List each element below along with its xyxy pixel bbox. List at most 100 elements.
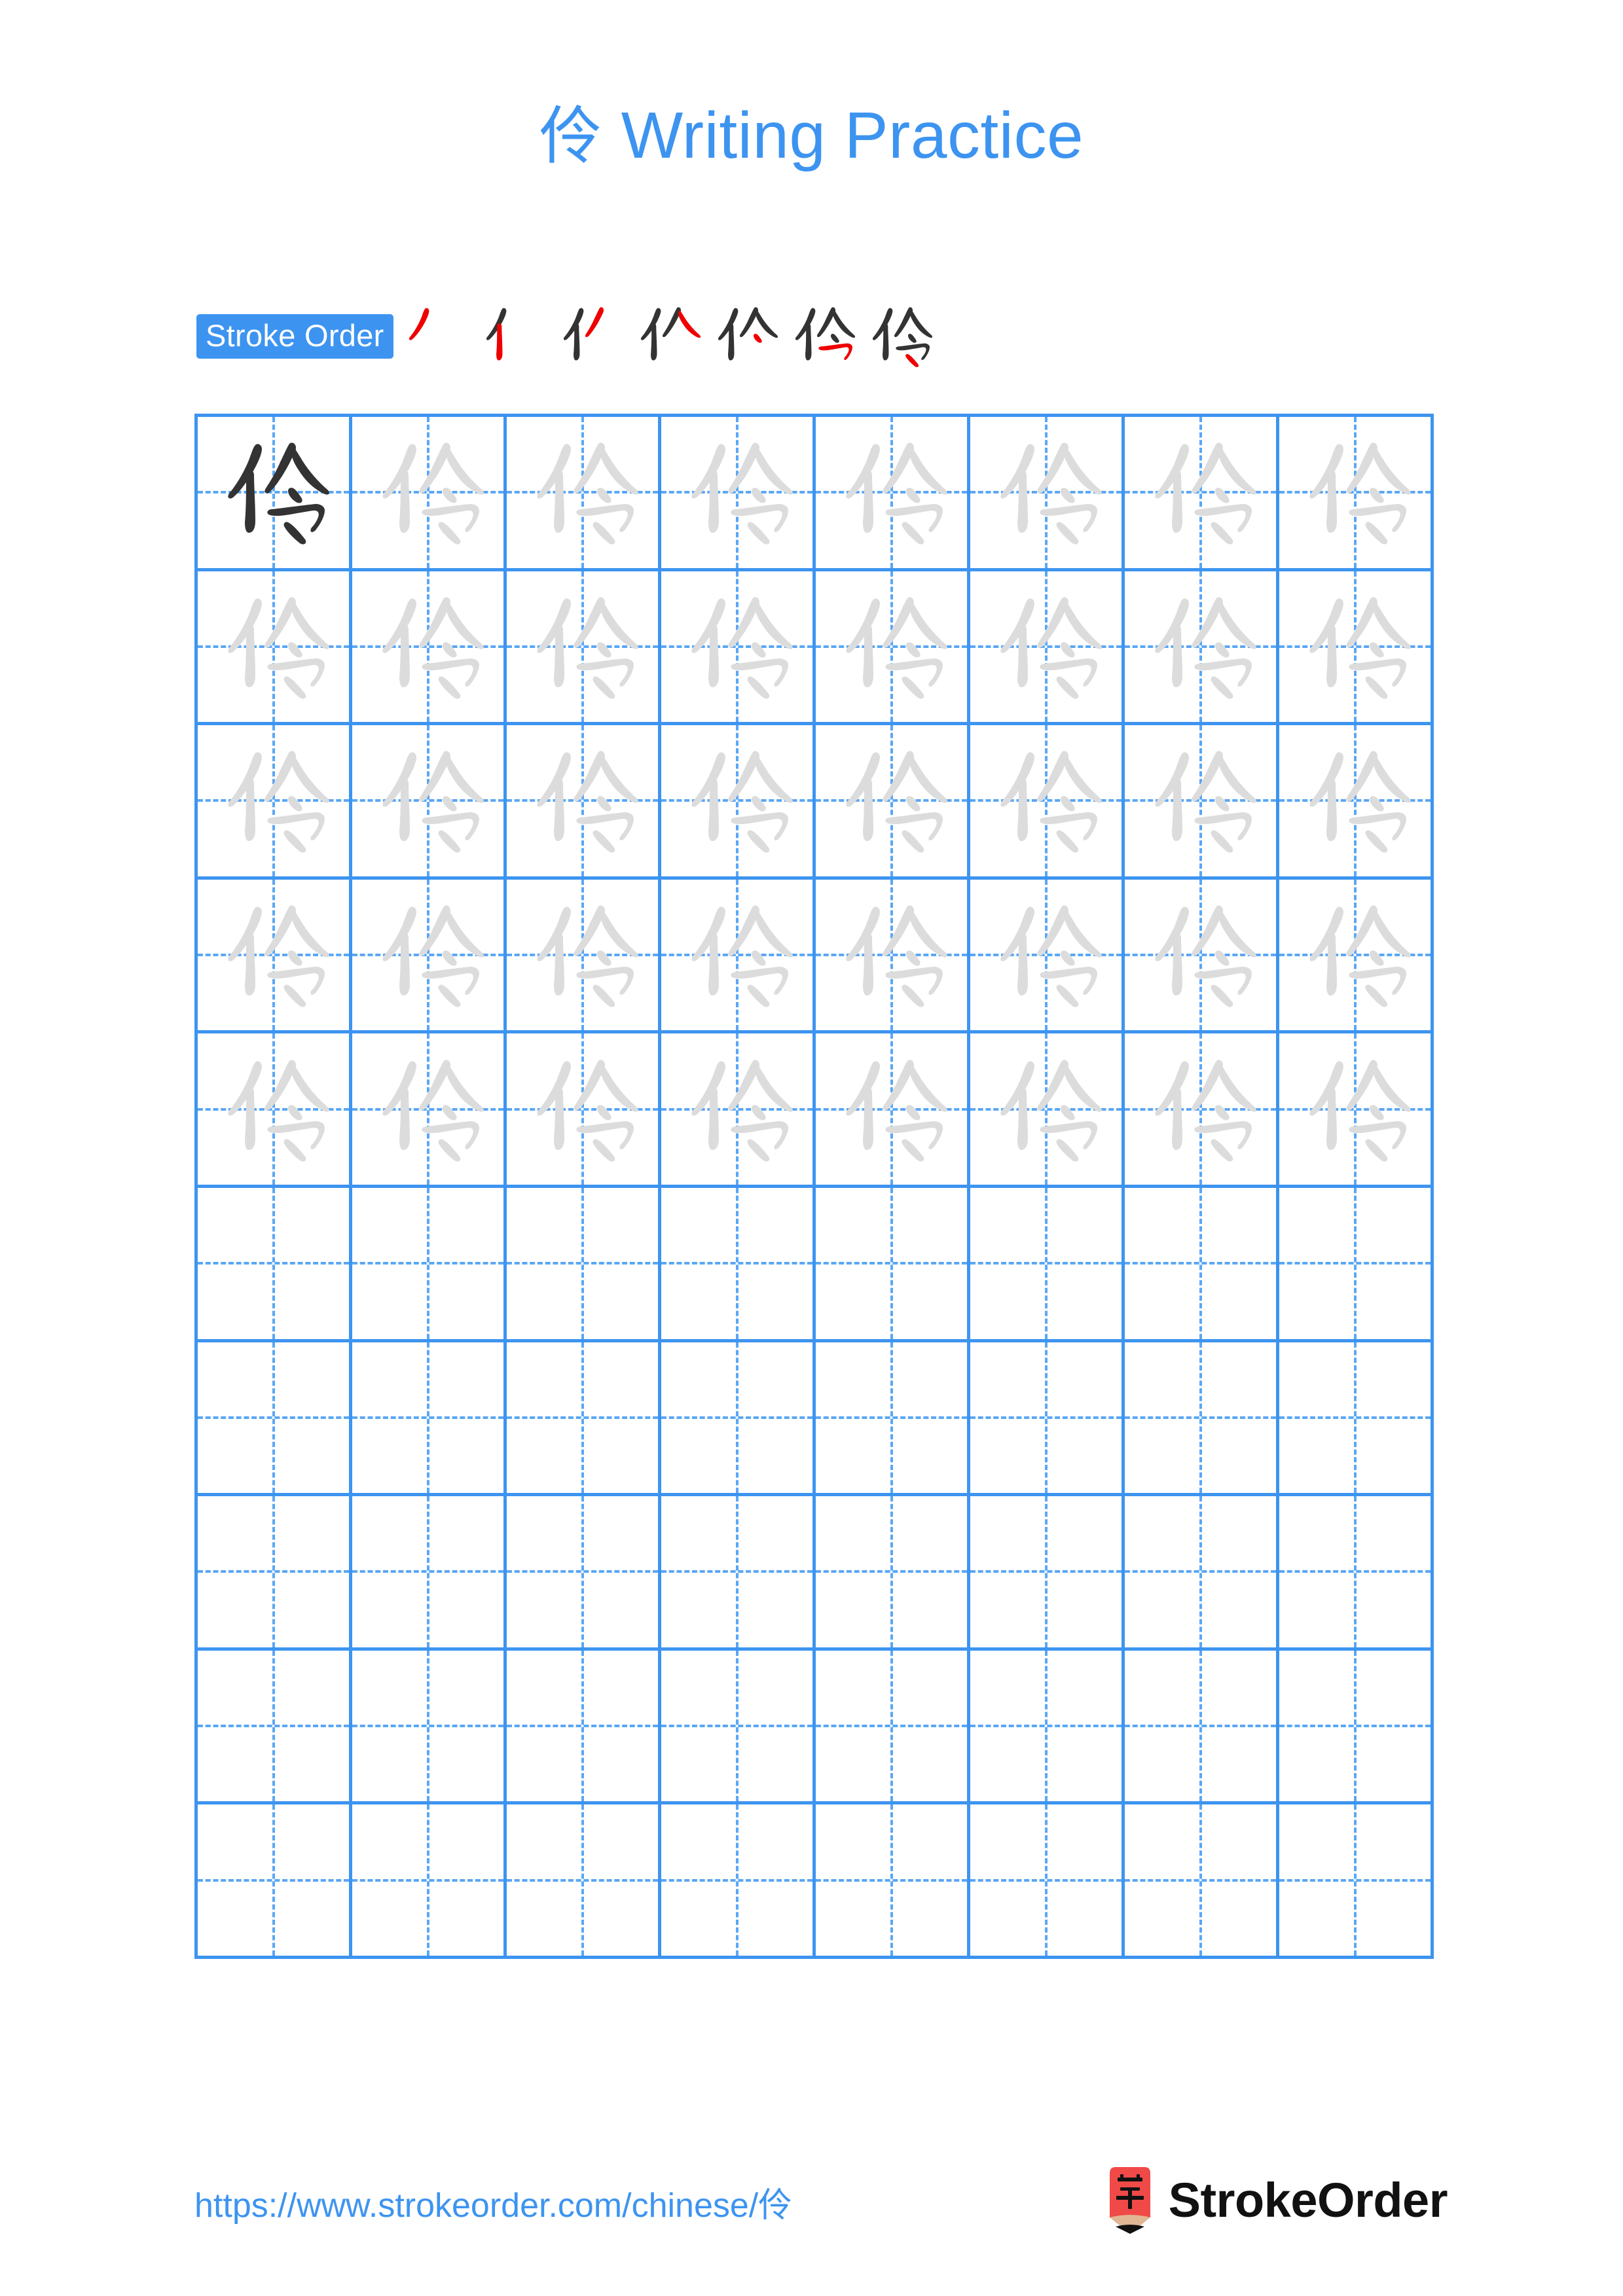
practice-cell-empty[interactable]	[970, 1342, 1125, 1497]
practice-cell-empty[interactable]	[1279, 1650, 1434, 1805]
trace-character-glyph	[816, 571, 967, 723]
practice-cell-trace[interactable]	[352, 571, 507, 726]
practice-cell-empty[interactable]	[198, 1187, 352, 1342]
practice-cell-empty[interactable]	[970, 1804, 1125, 1959]
practice-cell-trace[interactable]	[1125, 571, 1279, 726]
practice-cell-empty[interactable]	[1279, 1804, 1434, 1959]
practice-cell-trace[interactable]	[1279, 571, 1434, 726]
footer-url-link[interactable]: https://www.strokeorder.com/chinese/伶	[194, 2178, 792, 2227]
practice-cell-empty[interactable]	[816, 1342, 970, 1497]
practice-cell-trace[interactable]	[507, 725, 661, 880]
trace-character-glyph	[1279, 1033, 1431, 1185]
practice-cell-trace[interactable]	[198, 725, 352, 880]
practice-cell-empty[interactable]	[198, 1496, 352, 1651]
practice-cell-trace[interactable]	[507, 879, 661, 1034]
practice-cell-model[interactable]	[198, 417, 352, 571]
practice-cell-trace[interactable]	[198, 879, 352, 1034]
practice-cell-empty[interactable]	[198, 1342, 352, 1497]
trace-character-glyph	[1125, 880, 1276, 1031]
trace-character-glyph	[661, 880, 812, 1031]
practice-cell-trace[interactable]	[507, 417, 661, 571]
practice-grid-row	[198, 1804, 1434, 1959]
stroke-order-step-list	[397, 294, 938, 379]
practice-cell-trace[interactable]	[352, 725, 507, 880]
practice-cell-empty[interactable]	[816, 1496, 970, 1651]
practice-cell-empty[interactable]	[816, 1804, 970, 1959]
practice-cell-empty[interactable]	[970, 1187, 1125, 1342]
practice-cell-empty[interactable]	[661, 1496, 816, 1651]
practice-cell-trace[interactable]	[1125, 417, 1279, 571]
practice-cell-trace[interactable]	[1279, 725, 1434, 880]
practice-cell-empty[interactable]	[352, 1804, 507, 1959]
practice-cell-trace[interactable]	[661, 725, 816, 880]
practice-cell-empty[interactable]	[1125, 1650, 1279, 1805]
practice-cell-trace[interactable]	[198, 571, 352, 726]
practice-cell-trace[interactable]	[1125, 725, 1279, 880]
practice-cell-empty[interactable]	[970, 1650, 1125, 1805]
practice-cell-trace[interactable]	[661, 571, 816, 726]
stroke-order-step-6	[784, 294, 861, 379]
practice-cell-trace[interactable]	[507, 1033, 661, 1188]
practice-cell-trace[interactable]	[507, 571, 661, 726]
practice-cell-trace[interactable]	[970, 1033, 1125, 1188]
practice-grid-row	[198, 1650, 1434, 1805]
practice-cell-empty[interactable]	[661, 1342, 816, 1497]
practice-cell-trace[interactable]	[352, 417, 507, 571]
practice-cell-empty[interactable]	[1125, 1804, 1279, 1959]
practice-cell-empty[interactable]	[816, 1650, 970, 1805]
trace-character-glyph	[198, 1033, 349, 1185]
practice-cell-empty[interactable]	[661, 1187, 816, 1342]
trace-character-glyph	[816, 725, 967, 876]
practice-cell-empty[interactable]	[1279, 1187, 1434, 1342]
page-title: 伶 Writing Practice	[0, 99, 1623, 171]
practice-cell-trace[interactable]	[1279, 417, 1434, 571]
practice-cell-trace[interactable]	[661, 1033, 816, 1188]
practice-cell-empty[interactable]	[507, 1496, 661, 1651]
practice-cell-empty[interactable]	[507, 1342, 661, 1497]
practice-cell-trace[interactable]	[816, 417, 970, 571]
practice-cell-empty[interactable]	[816, 1187, 970, 1342]
practice-cell-empty[interactable]	[198, 1650, 352, 1805]
practice-cell-trace[interactable]	[1279, 1033, 1434, 1188]
practice-cell-empty[interactable]	[1125, 1342, 1279, 1497]
practice-cell-empty[interactable]	[352, 1496, 507, 1651]
practice-cell-trace[interactable]	[970, 725, 1125, 880]
brand-lockup[interactable]: StrokeOrder	[1104, 2165, 1448, 2236]
practice-cell-empty[interactable]	[507, 1650, 661, 1805]
practice-cell-trace[interactable]	[1279, 879, 1434, 1034]
stroke-order-badge: Stroke Order	[196, 314, 393, 359]
footer-url-character: 伶	[758, 2186, 793, 2225]
practice-cell-trace[interactable]	[816, 879, 970, 1034]
practice-cell-trace[interactable]	[1125, 879, 1279, 1034]
trace-character-glyph	[661, 725, 812, 876]
practice-cell-empty[interactable]	[970, 1496, 1125, 1651]
practice-cell-trace[interactable]	[816, 1033, 970, 1188]
practice-cell-trace[interactable]	[352, 1033, 507, 1188]
practice-cell-trace[interactable]	[970, 417, 1125, 571]
practice-cell-empty[interactable]	[1279, 1342, 1434, 1497]
trace-character-glyph	[198, 880, 349, 1031]
practice-cell-trace[interactable]	[661, 417, 816, 571]
practice-cell-empty[interactable]	[1125, 1496, 1279, 1651]
practice-cell-trace[interactable]	[970, 571, 1125, 726]
practice-cell-empty[interactable]	[352, 1342, 507, 1497]
practice-cell-empty[interactable]	[198, 1804, 352, 1959]
practice-cell-trace[interactable]	[816, 571, 970, 726]
practice-cell-trace[interactable]	[970, 879, 1125, 1034]
practice-cell-empty[interactable]	[1125, 1187, 1279, 1342]
practice-cell-empty[interactable]	[1279, 1496, 1434, 1651]
practice-cell-empty[interactable]	[661, 1804, 816, 1959]
trace-character-glyph	[352, 571, 503, 723]
practice-cell-trace[interactable]	[661, 879, 816, 1034]
practice-cell-empty[interactable]	[507, 1804, 661, 1959]
practice-cell-empty[interactable]	[352, 1650, 507, 1805]
practice-cell-trace[interactable]	[352, 879, 507, 1034]
practice-grid-row	[198, 725, 1434, 880]
practice-cell-trace[interactable]	[1125, 1033, 1279, 1188]
practice-cell-trace[interactable]	[198, 1033, 352, 1188]
trace-character-glyph	[1279, 417, 1431, 568]
practice-cell-empty[interactable]	[352, 1187, 507, 1342]
practice-cell-empty[interactable]	[507, 1187, 661, 1342]
practice-cell-empty[interactable]	[661, 1650, 816, 1805]
practice-cell-trace[interactable]	[816, 725, 970, 880]
